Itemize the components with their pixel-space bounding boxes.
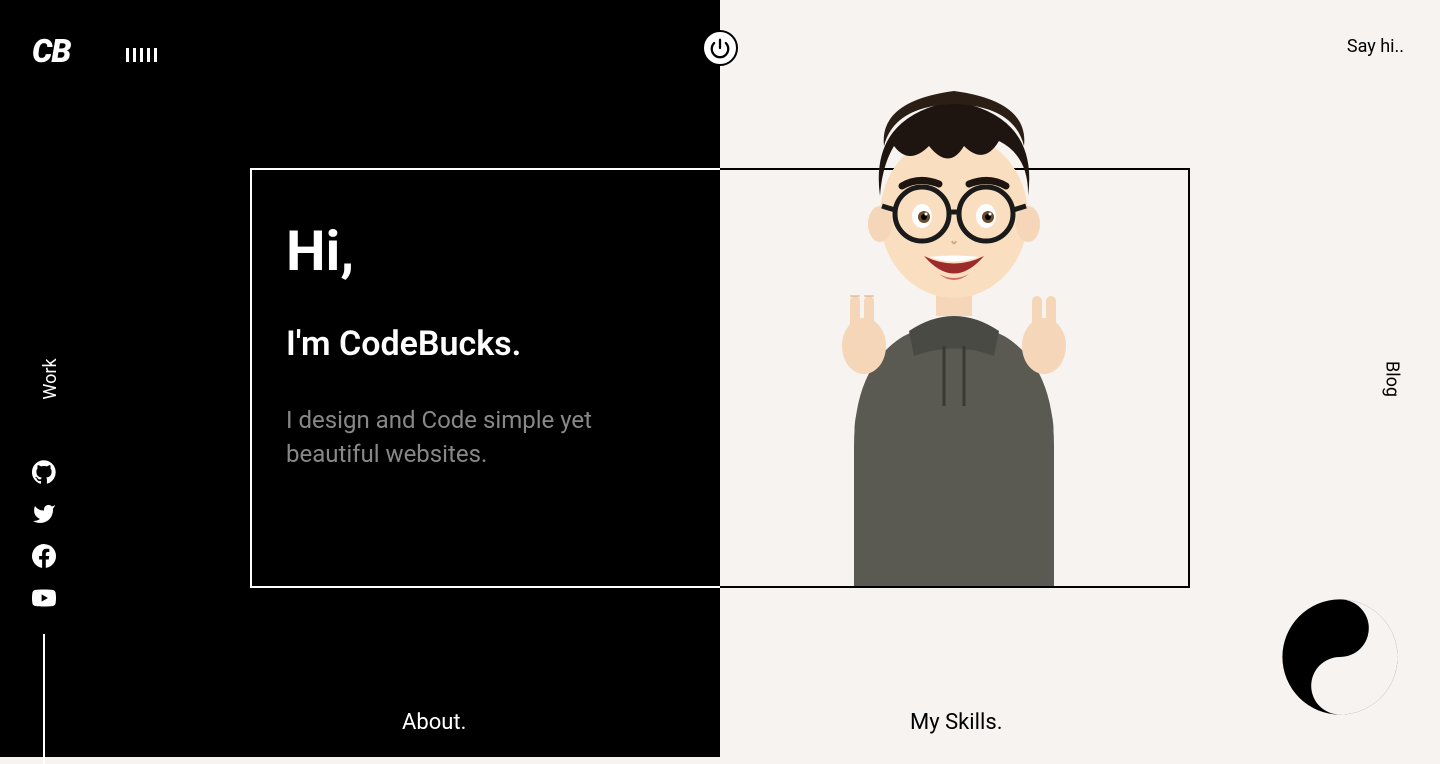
social-links — [32, 460, 56, 764]
social-divider-line — [43, 634, 45, 764]
facebook-icon — [32, 544, 56, 568]
greeting-text: Hi, — [286, 218, 686, 284]
github-icon — [32, 460, 56, 484]
name-text: I'm CodeBucks. — [286, 324, 686, 364]
intro-card: Hi, I'm CodeBucks. I design and Code sim… — [250, 168, 1190, 588]
description-text: I design and Code simple yet beautiful w… — [286, 404, 666, 471]
power-icon — [709, 37, 731, 59]
logo[interactable]: CB — [32, 32, 70, 70]
contact-link[interactable]: Say hi.. — [1347, 36, 1404, 57]
blog-link[interactable]: Blog — [1382, 361, 1403, 397]
twitter-link[interactable] — [32, 502, 56, 526]
youtube-icon — [32, 586, 56, 610]
skills-link[interactable]: My Skills. — [910, 710, 1003, 735]
youtube-link[interactable] — [32, 586, 56, 610]
intro-text-panel: Hi, I'm CodeBucks. I design and Code sim… — [250, 168, 720, 588]
avatar-panel — [720, 168, 1190, 588]
avatar-image — [784, 46, 1124, 586]
audio-visualizer-icon[interactable] — [126, 48, 157, 62]
yin-yang-icon[interactable] — [1280, 597, 1400, 717]
twitter-icon — [32, 502, 56, 526]
facebook-link[interactable] — [32, 544, 56, 568]
about-link[interactable]: About. — [402, 710, 466, 735]
power-button[interactable] — [702, 30, 738, 66]
github-link[interactable] — [32, 460, 56, 484]
work-link[interactable]: Work — [40, 358, 61, 399]
